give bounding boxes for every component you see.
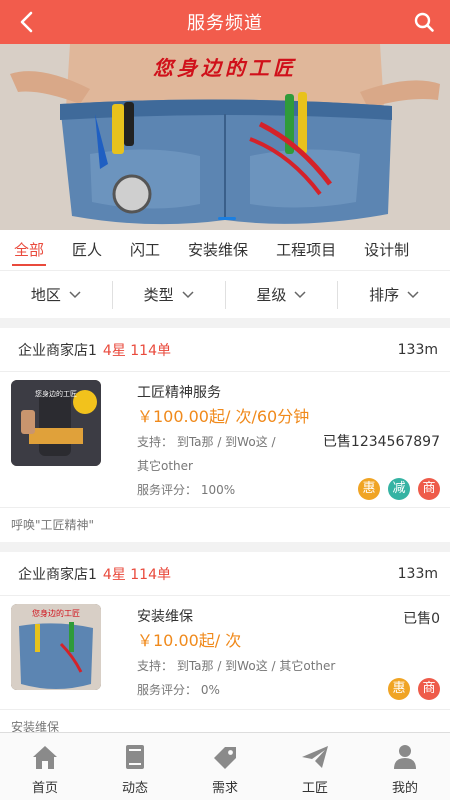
- page-title: 服务频道: [187, 13, 263, 34]
- service-title: 安装维保: [137, 609, 193, 625]
- service-description: 呼唤"工匠精神": [11, 518, 95, 532]
- service-thumbnail: 您身边的工匠: [11, 380, 101, 466]
- service-title: 工匠精神服务: [137, 385, 221, 401]
- filter-label: 排序: [369, 286, 400, 304]
- service-rating: 服务评分： 0%: [137, 683, 220, 697]
- svg-text:您身边的工匠: 您身边的工匠: [32, 608, 80, 618]
- tabbar-demand[interactable]: 需求: [180, 733, 270, 800]
- price-text: ￥10.00起/ 次: [137, 631, 242, 650]
- reduce-badge: 减: [388, 478, 410, 500]
- sold-count: 已售0: [403, 611, 440, 627]
- tab-craftsman[interactable]: 匠人: [58, 230, 116, 270]
- chevron-down-icon: [294, 290, 306, 298]
- tabbar-feed[interactable]: 动态: [90, 733, 180, 800]
- discount-badge: 惠: [388, 678, 410, 700]
- sold-count: 已售1234567897: [322, 434, 440, 450]
- tabbar-label: 我的: [391, 781, 418, 796]
- service-price: ￥100.00起/ 次/60分钟: [137, 407, 310, 426]
- filter-region[interactable]: 地区: [0, 281, 112, 309]
- shop-name: 企业商家店1: [18, 566, 97, 583]
- filter-star[interactable]: 星级: [224, 280, 338, 309]
- tab-design[interactable]: 设计制: [350, 230, 423, 270]
- shop-distance: 133m: [397, 341, 438, 358]
- chevron-down-icon: [182, 290, 194, 298]
- bottom-tab-bar: 首页 动态 需求 工匠 我的: [0, 732, 450, 800]
- badge-group: 惠 商: [388, 678, 440, 700]
- search-icon: [414, 12, 434, 32]
- banner-slogan: 您身边的工匠: [153, 56, 297, 80]
- filter-label: 类型: [143, 286, 174, 304]
- book-icon: [126, 745, 144, 769]
- chevron-left-icon: [20, 11, 33, 33]
- chevron-down-icon: [407, 290, 419, 298]
- filter-label: 星级: [256, 286, 287, 304]
- app-header: 服务频道: [0, 0, 450, 44]
- category-tabs: 全部 匠人 闪工 安装维保 工程项目 设计制: [0, 230, 450, 270]
- service-price: ￥10.00起/ 次 已售0: [137, 611, 440, 654]
- shop-name: 企业商家店1: [18, 342, 97, 359]
- service-rating: 服务评分： 100%: [137, 483, 236, 497]
- rating-line: 服务评分： 0% 惠 商: [137, 678, 440, 702]
- filter-bar: 地区 类型 星级 排序: [0, 270, 450, 318]
- support-text: 支持： 到Ta那 / 到Wo这 / 其它other: [137, 659, 336, 673]
- service-info: 工匠精神服务 ￥100.00起/ 次/60分钟 支持： 到Ta那 / 到Wo这 …: [137, 382, 440, 502]
- tabbar-label: 首页: [31, 781, 58, 796]
- badge-group: 惠 减 商: [358, 478, 440, 500]
- tabbar-label: 动态: [121, 781, 148, 796]
- service-info: 安装维保 ￥10.00起/ 次 已售0 支持： 到Ta那 / 到Wo这 / 其它…: [137, 606, 440, 702]
- discount-badge: 惠: [358, 478, 380, 500]
- tabbar-label: 需求: [211, 781, 238, 796]
- tabbar-label: 工匠: [301, 781, 328, 796]
- shop-row[interactable]: 企业商家店1 4星 114单 133m: [0, 328, 450, 372]
- merchant-badge: 商: [418, 678, 440, 700]
- service-item[interactable]: 您身边的工匠 工匠精神服务 ￥100.00起/ 次/60分钟 支持： 到Ta那 …: [0, 372, 450, 508]
- filter-type[interactable]: 类型: [111, 280, 225, 309]
- filter-sort[interactable]: 排序: [337, 280, 450, 309]
- tabbar-mine[interactable]: 我的: [360, 733, 450, 800]
- svg-text:您身边的工匠: 您身边的工匠: [35, 389, 77, 398]
- tab-flash-work[interactable]: 闪工: [116, 230, 174, 270]
- shop-meta: 4星 114单: [102, 566, 172, 583]
- tabbar-craftsman[interactable]: 工匠: [270, 733, 360, 800]
- tabbar-home[interactable]: 首页: [0, 733, 90, 800]
- carousel-indicator[interactable]: [218, 217, 236, 220]
- service-card[interactable]: 企业商家店1 4星 114单 133m 您身边的工匠 安装维保 ￥10.00起/…: [0, 552, 450, 734]
- service-card[interactable]: 企业商家店1 4星 114单 133m 您身边的工匠 工匠精神服务 ￥100.0…: [0, 328, 450, 542]
- merchant-badge: 商: [418, 478, 440, 500]
- service-thumbnail: 您身边的工匠: [11, 604, 101, 690]
- tag-icon: [214, 747, 236, 769]
- search-button[interactable]: [404, 0, 444, 44]
- shop-row[interactable]: 企业商家店1 4星 114单 133m: [0, 552, 450, 596]
- user-icon: [394, 745, 416, 769]
- support-line: 支持： 到Ta那 / 到Wo这 / 已售1234567897: [137, 430, 440, 454]
- service-item[interactable]: 您身边的工匠 安装维保 ￥10.00起/ 次 已售0 支持： 到Ta那 / 到W…: [0, 596, 450, 710]
- paper-plane-icon: [302, 746, 328, 768]
- shop-meta: 4星 114单: [102, 342, 172, 359]
- home-icon: [33, 746, 57, 769]
- shop-distance: 133m: [397, 565, 438, 582]
- filter-label: 地区: [30, 286, 61, 304]
- support-line-2: 其它other: [137, 459, 193, 473]
- rating-line: 服务评分： 100% 惠 减 商: [137, 478, 440, 502]
- support-text: 支持： 到Ta那 / 到Wo这 /: [137, 435, 276, 449]
- tab-install-maintenance[interactable]: 安装维保: [174, 230, 262, 270]
- tab-all[interactable]: 全部: [0, 230, 58, 270]
- back-button[interactable]: [8, 0, 44, 44]
- tab-engineering-projects[interactable]: 工程项目: [262, 230, 350, 270]
- promo-banner[interactable]: 您身边的工匠: [0, 44, 450, 230]
- chevron-down-icon: [69, 290, 81, 298]
